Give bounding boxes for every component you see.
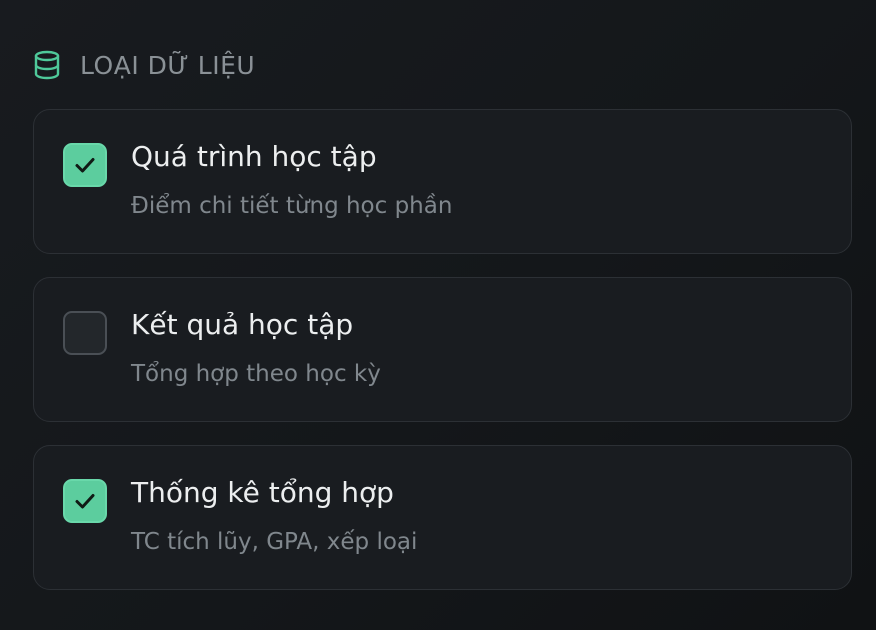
check-icon: [75, 494, 95, 509]
option-label: Thống kê tổng hợp: [131, 476, 394, 509]
option-label: Kết quả học tập: [131, 308, 354, 341]
section-title: LOẠI DỮ LIỆU: [80, 50, 256, 80]
option-ket-qua-hoc-tap[interactable]: Kết quả học tập Tổng hợp theo học kỳ: [33, 277, 852, 422]
option-qua-trinh-hoc-tap[interactable]: Quá trình học tập Điểm chi tiết từng học…: [33, 109, 852, 254]
section-header: LOẠI DỮ LIỆU: [33, 48, 255, 82]
checkbox-qua-trinh-hoc-tap[interactable]: [63, 143, 107, 187]
option-label: Quá trình học tập: [131, 140, 377, 173]
option-description: TC tích lũy, GPA, xếp loại: [131, 529, 418, 555]
option-description: Tổng hợp theo học kỳ: [131, 361, 381, 387]
check-icon: [75, 158, 95, 173]
checkbox-ket-qua-hoc-tap[interactable]: [63, 311, 107, 355]
database-icon: [33, 50, 61, 80]
option-description: Điểm chi tiết từng học phần: [131, 193, 453, 219]
option-thong-ke-tong-hop[interactable]: Thống kê tổng hợp TC tích lũy, GPA, xếp …: [33, 445, 852, 590]
checkbox-thong-ke-tong-hop[interactable]: [63, 479, 107, 523]
data-type-panel: LOẠI DỮ LIỆU Quá trình học tập Điểm chi …: [0, 0, 876, 630]
